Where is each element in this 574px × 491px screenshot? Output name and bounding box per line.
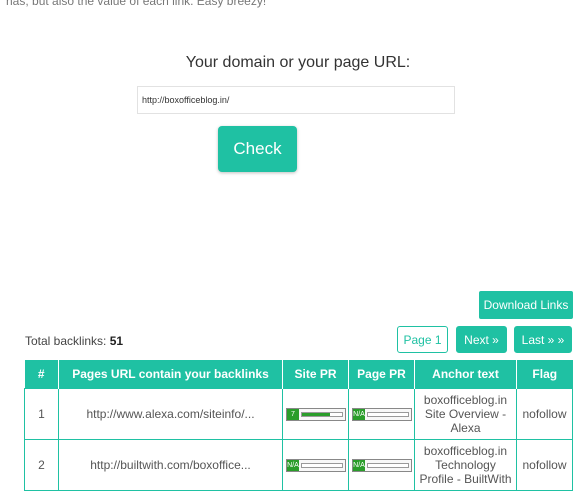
total-backlinks-count: 51	[109, 334, 124, 348]
site-pr-bar: 7	[286, 407, 346, 421]
next-page-button[interactable]: Next »	[456, 326, 507, 353]
page-pr-cell: N/A	[348, 388, 415, 440]
site-pr-fill	[302, 412, 330, 416]
page-1-button[interactable]: Page 1	[397, 326, 448, 353]
page-pr-track	[367, 411, 409, 417]
site-pr-track	[301, 411, 343, 417]
table-header-row: # Pages URL contain your backlinks Site …	[24, 360, 573, 389]
site-pr-badge: 7	[287, 408, 299, 420]
check-button[interactable]: Check	[218, 126, 297, 172]
col-header-site-pr: Site PR	[282, 360, 349, 389]
page-pr-bar: N/A	[352, 407, 412, 421]
site-pr-cell: 7	[282, 388, 349, 440]
site-pr-bar: N/A	[286, 458, 346, 472]
backlinks-table: # Pages URL contain your backlinks Site …	[24, 360, 573, 491]
page-pr-cell: N/A	[348, 439, 415, 491]
table-row: 2 http://builtwith.com/boxoffice... N/A …	[24, 439, 573, 491]
flag-cell: nofollow	[516, 439, 573, 491]
col-header-flag: Flag	[516, 360, 573, 389]
site-pr-badge: N/A	[287, 459, 299, 471]
intro-text: has, but also the value of each link. Ea…	[6, 0, 267, 8]
anchor-text-cell: boxofficeblog.in Site Overview - Alexa	[414, 388, 517, 440]
table-row: 1 http://www.alexa.com/siteinfo/... 7 N/…	[24, 388, 573, 440]
last-page-button[interactable]: Last » »	[514, 326, 572, 353]
page-pr-track	[367, 462, 409, 468]
page-pr-badge: N/A	[353, 408, 365, 420]
col-header-number: #	[24, 360, 59, 389]
flag-cell: nofollow	[516, 388, 573, 440]
download-links-button[interactable]: Download Links	[479, 291, 573, 319]
col-header-pages-url: Pages URL contain your backlinks	[58, 360, 283, 389]
site-pr-cell: N/A	[282, 439, 349, 491]
backlink-url-link[interactable]: http://www.alexa.com/siteinfo/...	[58, 388, 283, 440]
total-backlinks-label: Total backlinks:	[25, 334, 107, 348]
total-backlinks: Total backlinks: 51	[25, 334, 123, 348]
url-input[interactable]	[137, 86, 455, 114]
anchor-text-cell: boxofficeblog.in Technology Profile - Bu…	[414, 439, 517, 491]
page-pr-badge: N/A	[353, 459, 365, 471]
row-number: 1	[24, 388, 59, 440]
domain-label: Your domain or your page URL:	[185, 54, 411, 71]
row-number: 2	[24, 439, 59, 491]
col-header-page-pr: Page PR	[348, 360, 415, 389]
col-header-anchor-text: Anchor text	[414, 360, 517, 389]
backlink-url-link[interactable]: http://builtwith.com/boxoffice...	[58, 439, 283, 491]
site-pr-track	[301, 462, 343, 468]
page-pr-bar: N/A	[352, 458, 412, 472]
